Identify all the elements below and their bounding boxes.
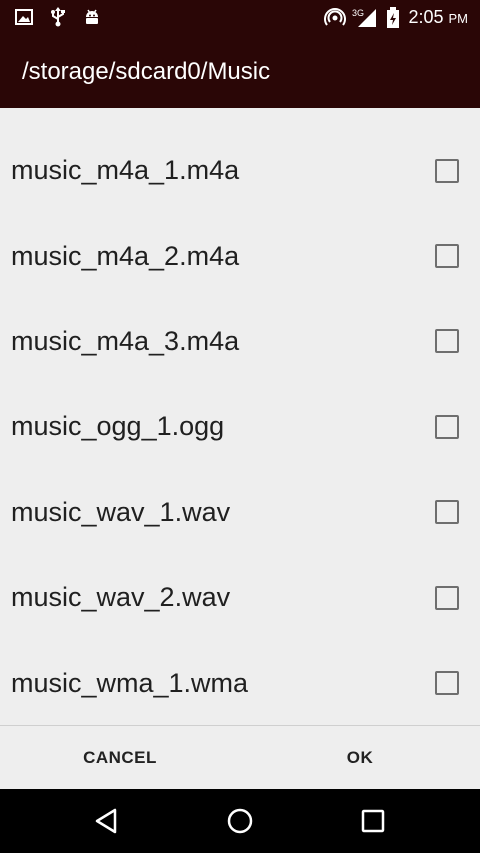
file-name: music_wma_1.wma <box>11 667 249 698</box>
status-bar-notifications <box>14 6 102 28</box>
file-checkbox[interactable] <box>435 671 459 696</box>
cancel-button[interactable]: CANCEL <box>0 726 240 790</box>
file-checkbox[interactable] <box>435 329 459 354</box>
clock: 2:05 PM <box>408 7 468 28</box>
clock-ampm: PM <box>448 10 469 26</box>
list-item[interactable]: music_m4a_1.m4a <box>0 128 480 213</box>
dialog-button-bar: CANCEL OK <box>0 725 480 789</box>
hotspot-icon <box>324 7 347 27</box>
image-icon <box>14 7 34 27</box>
battery-icon <box>386 7 400 28</box>
file-name: music_m4a_2.m4a <box>11 240 240 271</box>
list-item[interactable]: music_wav_2.wav <box>0 555 480 640</box>
file-checkbox[interactable] <box>435 244 459 269</box>
list-item[interactable]: music_m4a_2.m4a <box>0 213 480 298</box>
recent-apps-icon[interactable] <box>357 805 389 837</box>
network-type-label: 3G <box>352 8 364 18</box>
usb-icon <box>48 7 68 27</box>
status-bar: 3G 2:05 PM <box>0 0 480 36</box>
ok-button[interactable]: OK <box>240 726 480 790</box>
path-title: /storage/sdcard0/Music <box>22 58 271 85</box>
list-item[interactable]: music_ogg_1.ogg <box>0 384 480 469</box>
file-checkbox[interactable] <box>435 585 459 610</box>
file-name: music_wav_1.wav <box>11 496 231 527</box>
file-checkbox[interactable] <box>435 500 459 525</box>
home-icon[interactable] <box>224 805 256 837</box>
file-list-container[interactable]: music_m4a_1.m4a music_m4a_2.m4a music_m4… <box>0 108 480 725</box>
file-name: music_wav_2.wav <box>11 582 231 613</box>
file-list: music_m4a_1.m4a music_m4a_2.m4a music_m4… <box>0 128 480 725</box>
android-debug-icon <box>82 7 102 27</box>
title-bar: /storage/sdcard0/Music <box>0 36 480 108</box>
list-item[interactable]: music_m4a_3.m4a <box>0 299 480 384</box>
list-item[interactable]: music_wma_1.wma <box>0 640 480 725</box>
file-name: music_m4a_3.m4a <box>11 325 240 356</box>
list-item[interactable]: music_wav_1.wav <box>0 470 480 555</box>
file-name: music_ogg_1.ogg <box>11 411 225 442</box>
clock-time: 2:05 <box>408 6 444 27</box>
navigation-bar <box>0 789 480 853</box>
back-icon[interactable] <box>91 805 123 837</box>
file-checkbox[interactable] <box>435 158 459 183</box>
file-checkbox[interactable] <box>435 414 459 439</box>
signal-icon: 3G <box>352 7 378 27</box>
status-bar-system: 3G 2:05 PM <box>324 6 468 28</box>
file-name: music_m4a_1.m4a <box>11 155 240 186</box>
